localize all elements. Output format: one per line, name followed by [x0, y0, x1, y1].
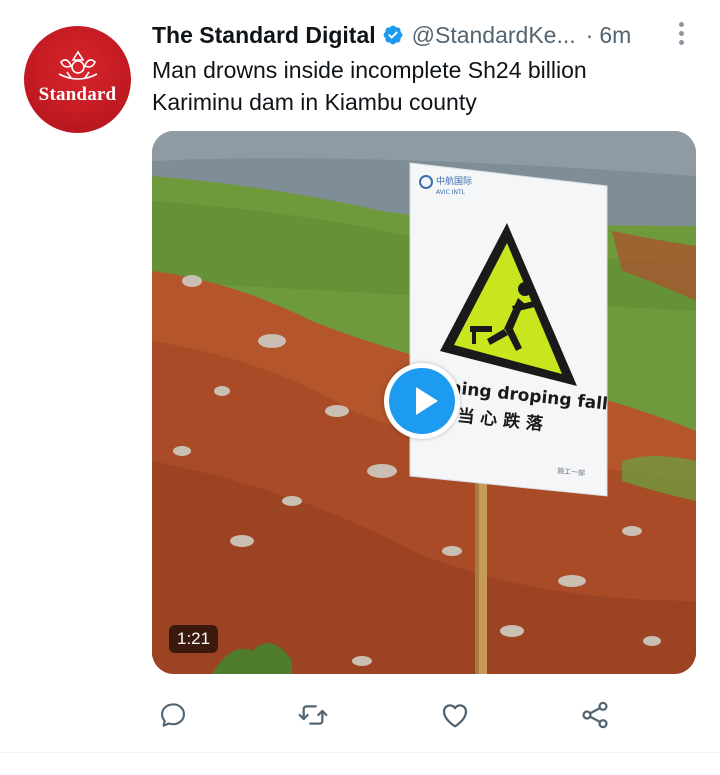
action-bar [152, 694, 632, 736]
display-name[interactable]: The Standard Digital [152, 22, 376, 49]
divider [0, 752, 720, 753]
crest-icon [58, 50, 97, 80]
share-button[interactable] [574, 694, 616, 736]
play-icon [389, 368, 455, 434]
tweet-card[interactable]: Standard The Standard Digital @StandardK… [0, 0, 720, 775]
tweet-text-line: Kariminu dam in Kiambu county [152, 89, 477, 115]
like-button[interactable] [434, 694, 476, 736]
verified-badge-icon [383, 25, 403, 45]
separator-dot: · [585, 21, 594, 48]
video-duration-badge: 1:21 [169, 625, 219, 653]
timestamp[interactable]: 6m [599, 22, 631, 49]
account-handle[interactable]: @StandardKe... [412, 22, 576, 49]
play-button[interactable] [384, 363, 460, 439]
retweet-button[interactable] [292, 694, 334, 736]
more-options-icon[interactable] [676, 22, 686, 48]
tweet-text: Man drowns inside incomplete Sh24 billio… [152, 54, 680, 118]
heart-icon [442, 704, 468, 728]
video-player[interactable]: 中航国际 AVIC INTL ning droping fall 当 心 跌 落… [152, 131, 696, 674]
tweet-header: The Standard Digital @StandardKe... · 6m [152, 19, 660, 51]
sign-logo-line-1: 中航国际 [436, 175, 472, 187]
avatar[interactable]: Standard [24, 26, 131, 133]
reply-button[interactable] [152, 694, 194, 736]
avatar-brand-text: Standard [38, 84, 117, 105]
sign-logo-line-2: AVIC INTL [436, 189, 466, 196]
retweet-icon [298, 705, 328, 725]
share-icon [582, 701, 608, 729]
reply-icon [161, 703, 185, 727]
tweet-text-line: Man drowns inside incomplete Sh24 billio… [152, 57, 587, 83]
